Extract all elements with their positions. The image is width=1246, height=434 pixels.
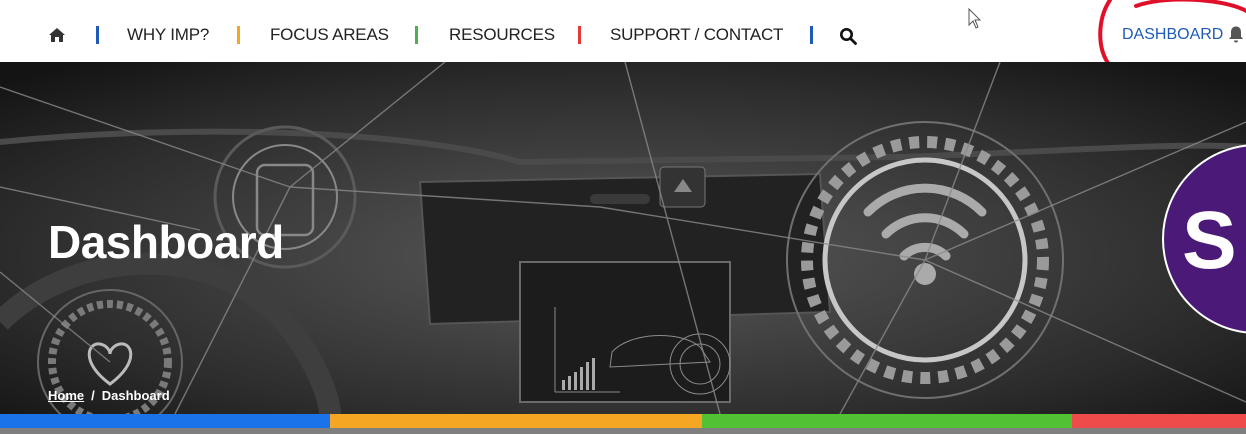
breadcrumb-home-link[interactable]: Home <box>48 388 84 403</box>
mouse-cursor-icon <box>968 8 982 29</box>
hero-banner: S Dashboard Home / Dashboard <box>0 62 1246 414</box>
dashboard-link[interactable]: DASHBOARD <box>1122 25 1245 44</box>
breadcrumb-current: Dashboard <box>101 388 170 403</box>
nav-item-resources[interactable]: RESOURCES <box>449 25 555 45</box>
breadcrumb-separator: / <box>91 388 95 403</box>
nav-item-support-contact[interactable]: SUPPORT / CONTACT <box>610 25 783 45</box>
bell-icon[interactable] <box>1227 25 1245 44</box>
nav-separator <box>415 26 418 44</box>
nav-separator <box>578 26 581 44</box>
nav-separator <box>237 26 240 44</box>
stripe-orange <box>330 414 702 428</box>
nav-item-focus-areas[interactable]: FOCUS AREAS <box>270 25 389 45</box>
color-stripe <box>0 414 1246 428</box>
top-navigation: WHY IMP? FOCUS AREAS RESOURCES SUPPORT /… <box>0 0 1246 92</box>
nav-separator <box>96 26 99 44</box>
stripe-green <box>702 414 1072 428</box>
nav-item-why-imp[interactable]: WHY IMP? <box>127 25 209 45</box>
page-title: Dashboard <box>48 216 284 268</box>
badge-letter: S <box>1182 195 1237 286</box>
stripe-blue <box>0 414 330 428</box>
search-icon[interactable] <box>839 27 857 45</box>
below-content-edge <box>0 428 1246 434</box>
home-icon[interactable] <box>48 27 66 43</box>
nav-separator <box>810 26 813 44</box>
breadcrumb: Home / Dashboard <box>48 388 170 403</box>
dashboard-label: DASHBOARD <box>1122 25 1224 43</box>
stripe-red <box>1072 414 1246 428</box>
